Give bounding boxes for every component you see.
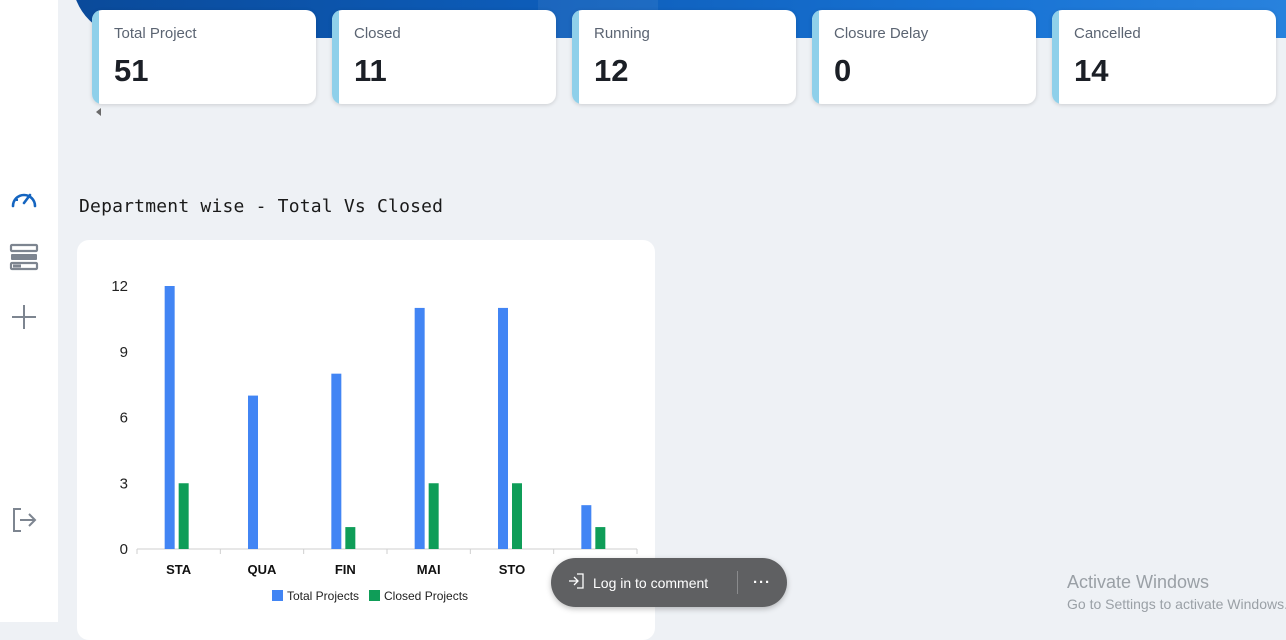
stat-card-closure-delay[interactable]: Closure Delay 0 <box>812 10 1036 104</box>
y-tick-label: 3 <box>120 475 128 492</box>
legend-label: Closed Projects <box>384 589 468 603</box>
sidebar <box>0 0 58 622</box>
legend-swatch <box>272 590 283 601</box>
comment-bar: Log in to comment ··· <box>551 558 787 607</box>
section-title: Department wise - Total Vs Closed <box>79 196 444 217</box>
stat-value: 14 <box>1074 53 1109 88</box>
y-tick-label: 0 <box>120 541 128 558</box>
y-tick-label: 12 <box>111 278 128 295</box>
x-tick-label: QUA <box>248 562 278 577</box>
logout-icon[interactable] <box>8 504 40 536</box>
stat-label: Total Project <box>114 25 197 42</box>
x-tick-label: FIN <box>335 562 356 577</box>
bar-total-projects <box>581 505 592 549</box>
bar-total-projects <box>414 307 425 549</box>
stat-card-cancelled[interactable]: Cancelled 14 <box>1052 10 1276 104</box>
stat-card-total-project[interactable]: Total Project 51 <box>92 10 316 104</box>
more-options-button[interactable]: ··· <box>747 558 777 607</box>
y-tick-label: 9 <box>120 344 128 361</box>
bar-total-projects <box>331 373 342 549</box>
bar-closed-projects <box>428 483 439 549</box>
bar-closed-projects <box>345 527 356 549</box>
windows-activation-watermark: Activate Windows Go to Settings to activ… <box>1067 572 1286 612</box>
stat-label: Cancelled <box>1074 25 1141 42</box>
bar-total-projects <box>498 307 508 549</box>
stat-value: 51 <box>114 53 149 88</box>
watermark-title: Activate Windows <box>1067 572 1210 592</box>
bar-closed-projects <box>595 527 606 549</box>
scroll-left-arrow-icon[interactable] <box>96 108 101 116</box>
stat-label: Running <box>594 25 650 42</box>
dashboard-gauge-icon[interactable] <box>8 182 40 214</box>
stat-card-closed[interactable]: Closed 11 <box>332 10 556 104</box>
stat-value: 0 <box>834 53 852 88</box>
x-tick-label: STO <box>499 562 526 577</box>
bar-total-projects <box>248 395 258 549</box>
legend-label: Total Projects <box>287 589 359 603</box>
legend-swatch <box>369 590 380 601</box>
bar-closed-projects <box>512 483 522 549</box>
add-icon[interactable] <box>8 301 40 333</box>
list-icon[interactable] <box>8 241 40 273</box>
login-to-comment-label: Log in to comment <box>593 574 709 591</box>
stat-label: Closed <box>354 25 401 42</box>
watermark-subtitle: Go to Settings to activate Windows. <box>1067 596 1286 612</box>
bar-total-projects <box>164 286 175 549</box>
x-tick-label: MAI <box>417 562 441 577</box>
y-tick-label: 6 <box>120 410 128 427</box>
sign-in-icon <box>567 573 585 592</box>
stat-card-running[interactable]: Running 12 <box>572 10 796 104</box>
x-tick-label: STA <box>166 562 192 577</box>
login-to-comment-button[interactable]: Log in to comment <box>567 558 708 607</box>
stat-value: 12 <box>594 53 629 88</box>
stat-label: Closure Delay <box>834 25 929 42</box>
bar-closed-projects <box>178 483 189 549</box>
stat-value: 11 <box>354 53 387 88</box>
